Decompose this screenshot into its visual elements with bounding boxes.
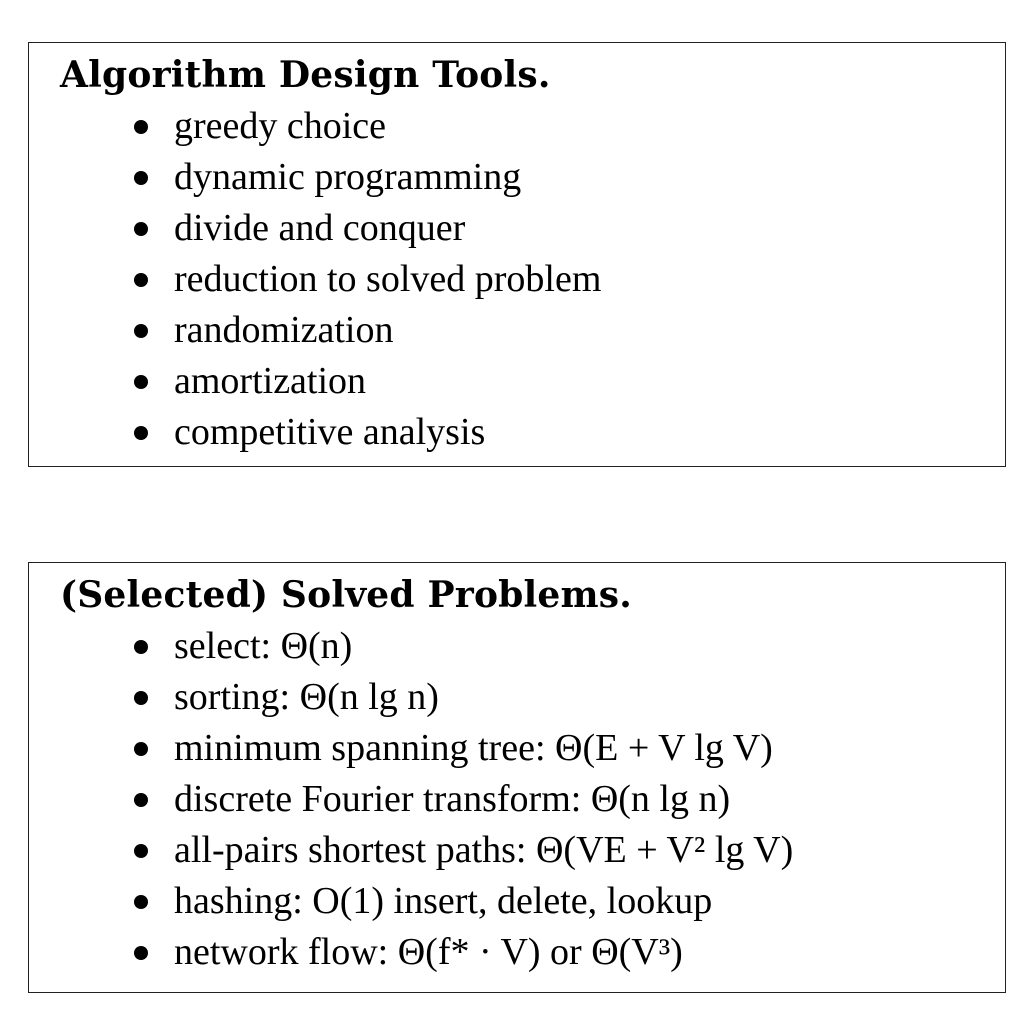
design-tool-text: dynamic programming [174,156,522,198]
complexity-bound: Θ(VE + V² lg V) [535,829,794,871]
bullet-icon [134,426,148,440]
complexity-bound: Θ(n lg n) [299,676,439,718]
complexity-bound: O(1) insert, delete, lookup [312,880,713,922]
problem-label: select: [174,625,272,667]
design-tool-text: competitive analysis [174,411,486,453]
problem-label: all-pairs shortest paths: [174,829,527,871]
bullet-icon [134,324,148,338]
design-tool-text: greedy choice [174,105,387,147]
bullet-icon [134,844,148,858]
complexity-bound: Θ(n) [280,625,353,667]
bullet-icon [134,691,148,705]
solved-problems-title: (Selected) Solved Problems. [60,574,633,616]
complexity-bound: Θ(f* · V) or Θ(V³) [397,931,683,973]
design-tool-text: randomization [174,309,394,351]
problem-label: network flow: [174,931,389,973]
design-tool-text: reduction to solved problem [174,258,602,300]
solved-problems-box: (Selected) Solved Problems. select: Θ(n)… [28,562,1006,993]
problem-label: discrete Fourier transform: [174,778,582,820]
design-tools-box: Algorithm Design Tools. greedy choice dy… [28,42,1006,467]
bullet-icon [134,375,148,389]
bullet-icon [134,120,148,134]
complexity-bound: Θ(E + V lg V) [555,727,773,769]
design-tools-title: Algorithm Design Tools. [60,54,551,96]
bullet-icon [134,171,148,185]
bullet-icon [134,222,148,236]
complexity-bound: Θ(n lg n) [590,778,731,820]
bullet-icon [134,946,148,960]
problem-label: minimum spanning tree: [174,727,546,769]
problem-label: sorting: [174,676,291,718]
bullet-icon [134,742,148,756]
bullet-icon [134,273,148,287]
design-tool-text: divide and conquer [174,207,466,249]
problem-label: hashing: [174,880,303,922]
design-tool-text: amortization [174,360,367,402]
bullet-icon [134,793,148,807]
bullet-icon [134,640,148,654]
bullet-icon [134,895,148,909]
